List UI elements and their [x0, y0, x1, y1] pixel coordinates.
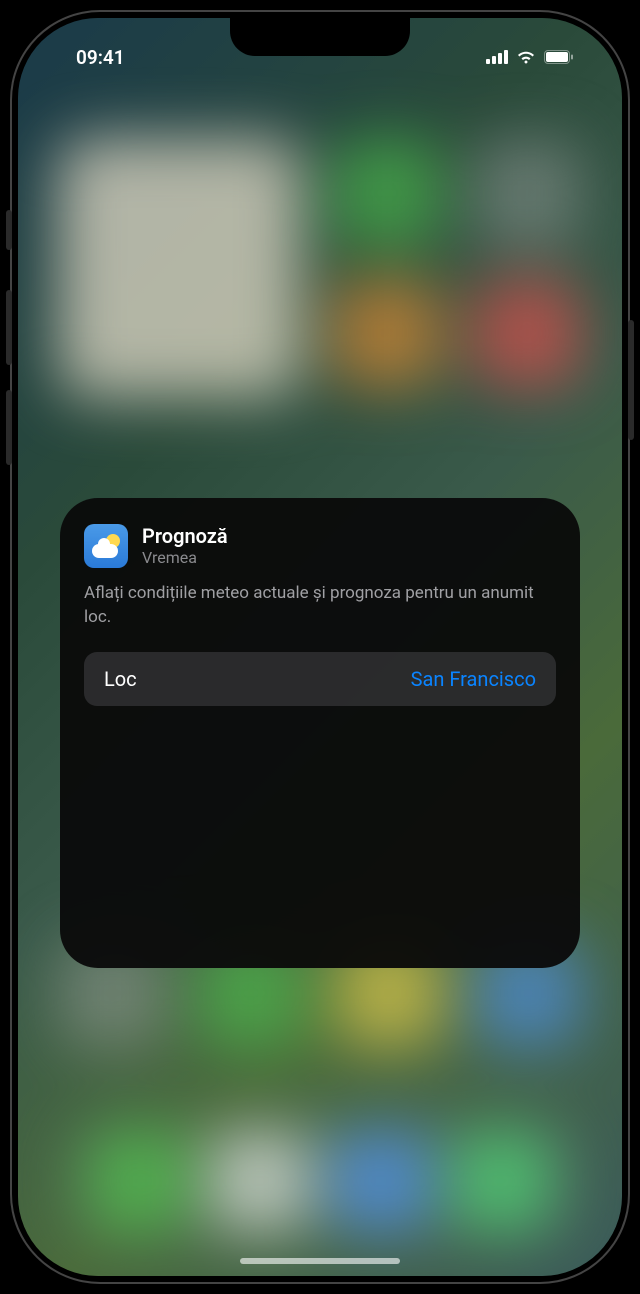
power-button [628, 320, 634, 440]
location-selector[interactable]: Loc San Francisco [84, 652, 556, 706]
notch [230, 18, 410, 56]
phone-frame: 09:41 [10, 10, 630, 1284]
widget-config-popup: Prognoză Vremea Aflați condițiile meteo … [60, 498, 580, 968]
status-icons [486, 50, 574, 64]
battery-icon [544, 50, 574, 64]
phone-screen: 09:41 [18, 18, 622, 1276]
weather-app-icon [84, 524, 128, 568]
volume-down-button [6, 390, 12, 465]
popup-app-name: Vremea [142, 548, 228, 567]
popup-header: Prognoză Vremea [84, 524, 556, 568]
popup-description: Aflați condițiile meteo actuale și progn… [84, 582, 556, 630]
cellular-icon [486, 50, 508, 64]
location-label: Loc [104, 667, 137, 691]
wifi-icon [516, 50, 536, 64]
status-time: 09:41 [76, 46, 125, 69]
location-value: San Francisco [411, 667, 536, 691]
popup-title: Prognoză [142, 524, 228, 548]
volume-up-button [6, 290, 12, 365]
home-indicator[interactable] [240, 1258, 400, 1264]
mute-switch [6, 210, 12, 250]
